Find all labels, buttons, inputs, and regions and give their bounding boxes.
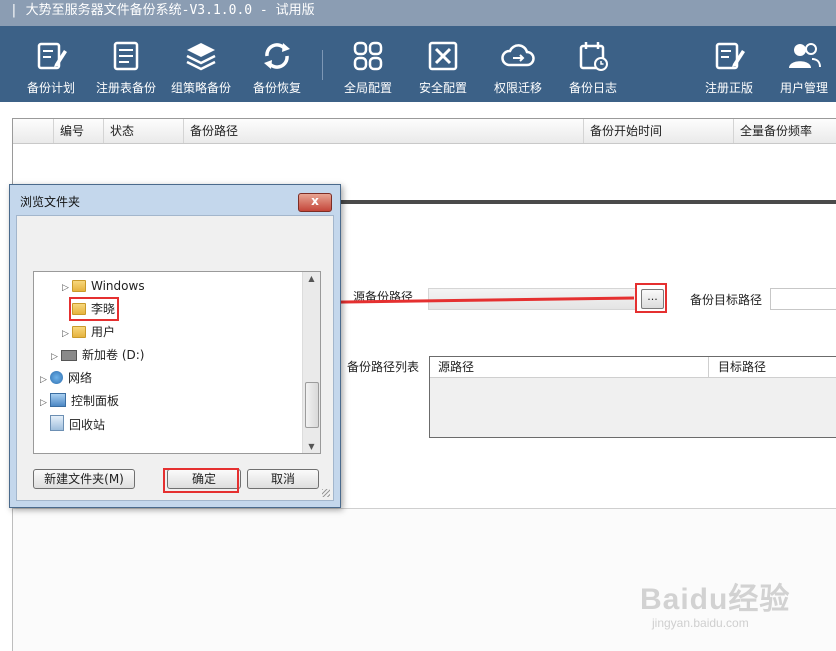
recycle-bin-icon [50,415,64,431]
drive-icon [61,350,77,361]
folder-tree[interactable]: ▷ Windows 李晓 ▷ 用户 ▷ 新加卷 (D:) ▷ 网络 ▷ 控制面板 回收站 [33,271,321,454]
ok-highlight-box [163,468,239,493]
expand-arrow-icon[interactable]: ▷ [40,394,50,412]
network-icon [50,371,63,384]
resize-grip-icon[interactable] [322,489,330,497]
tree-scrollbar[interactable]: ▲ ▼ [302,272,320,453]
tree-item-volume-d[interactable]: ▷ 新加卷 (D:) [51,346,144,364]
tree-item-label: 新加卷 (D:) [82,348,145,362]
scroll-down-icon[interactable]: ▼ [303,442,320,451]
scroll-thumb[interactable] [305,382,319,428]
new-folder-button[interactable]: 新建文件夹(M) [33,469,135,489]
tree-item-label: 网络 [68,371,93,385]
folder-highlight-box [69,297,119,321]
baidu-watermark: Baidu经验 jingyan.baidu.com [640,560,830,640]
tree-item-label: 回收站 [69,418,106,432]
folder-icon [72,280,86,292]
cancel-button[interactable]: 取消 [247,469,319,489]
watermark-url: jingyan.baidu.com [652,616,749,630]
watermark-brand: Baidu经验 [640,583,791,616]
expand-arrow-icon[interactable]: ▷ [62,325,72,343]
expand-arrow-icon[interactable]: ▷ [51,348,61,366]
expand-arrow-icon[interactable]: ▷ [40,371,50,389]
control-panel-icon [50,393,66,407]
tree-item-label: 控制面板 [71,394,120,408]
tree-item-windows[interactable]: ▷ Windows [62,277,145,295]
scroll-up-icon[interactable]: ▲ [303,274,320,283]
tree-item-control-panel[interactable]: ▷ 控制面板 [40,392,119,410]
dialog-body: ▷ Windows 李晓 ▷ 用户 ▷ 新加卷 (D:) ▷ 网络 ▷ 控制面板 回收站 [16,215,334,501]
folder-icon [72,326,86,338]
tree-item-label: 用户 [91,325,116,339]
dialog-close-button[interactable]: x [298,193,332,212]
tree-item-users[interactable]: ▷ 用户 [62,323,115,341]
tree-item-network[interactable]: ▷ 网络 [40,369,92,387]
browse-folder-dialog[interactable]: 浏览文件夹 x ▷ Windows 李晓 ▷ 用户 ▷ 新加卷 (D:) ▷ 网络 ▷ 控… [9,184,341,508]
tree-item-recycle-bin[interactable]: 回收站 [50,415,105,433]
dialog-title: 浏览文件夹 [20,195,81,209]
expand-arrow-icon[interactable]: ▷ [62,279,72,297]
tree-item-label: Windows [91,279,145,293]
